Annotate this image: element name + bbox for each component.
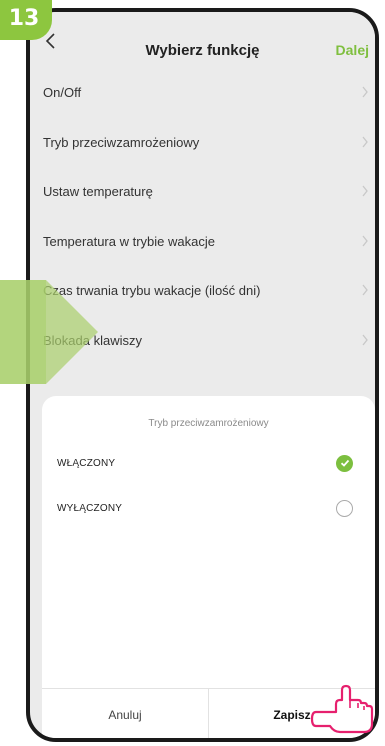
list-item-label: Blokada klawiszy (43, 332, 142, 348)
list-item-label: Temperatura w trybie wakacje (43, 233, 215, 249)
chevron-right-icon (362, 136, 368, 147)
chevron-right-icon (362, 235, 368, 246)
chevron-right-icon (362, 185, 368, 197)
bottom-sheet: Tryb przeciwzamrożeniowy WŁĄCZONY WYŁĄCZ… (42, 396, 375, 738)
chevron-right-icon (362, 334, 368, 345)
chevron-right-icon (362, 284, 368, 296)
list-item-key-lock[interactable]: Blokada klawiszy (30, 316, 375, 366)
save-button[interactable]: Zapisz (209, 689, 375, 738)
step-number-badge: 13 (0, 0, 52, 40)
app-header: Wybierz funkcję Dalej (30, 12, 375, 68)
sheet-title: Tryb przeciwzamrożeniowy (148, 418, 269, 429)
list-item-vacation-duration[interactable]: Czas trwania trybu wakacje (ilość dni) (30, 266, 375, 316)
option-off[interactable]: WYŁĄCZONY (42, 493, 375, 523)
radio-unselected-icon[interactable] (336, 499, 353, 517)
list-item-set-temperature[interactable]: Ustaw temperaturę (30, 167, 375, 217)
list-item-on-off[interactable]: On/Off (30, 68, 375, 118)
list-item-frost-protection[interactable]: Tryb przeciwzamrożeniowy (30, 118, 375, 168)
option-on[interactable]: WŁĄCZONY (42, 448, 375, 478)
list-item-label: On/Off (43, 85, 82, 101)
option-label: WYŁĄCZONY (57, 502, 123, 514)
option-label: WŁĄCZONY (57, 457, 116, 469)
next-button[interactable]: Dalej (336, 42, 369, 58)
checkmark-selected-icon[interactable] (336, 454, 353, 472)
list-item-label: Czas trwania trybu wakacje (ilość dni) (43, 283, 261, 299)
cancel-button[interactable]: Anuluj (42, 689, 209, 738)
phone-screen: Wybierz funkcję Dalej On/Off Tryb przeci… (26, 8, 379, 742)
list-item-label: Ustaw temperaturę (43, 184, 153, 200)
list-item-vacation-temperature[interactable]: Temperatura w trybie wakacje (30, 217, 375, 267)
step-number: 13 (8, 5, 40, 31)
sheet-footer: Anuluj Zapisz (42, 688, 375, 738)
function-list: On/Off Tryb przeciwzamrożeniowy Ustaw te… (30, 68, 375, 365)
page-title: Wybierz funkcję (145, 42, 260, 59)
chevron-right-icon (362, 86, 368, 98)
list-item-label: Tryb przeciwzamrożeniowy (43, 134, 200, 150)
